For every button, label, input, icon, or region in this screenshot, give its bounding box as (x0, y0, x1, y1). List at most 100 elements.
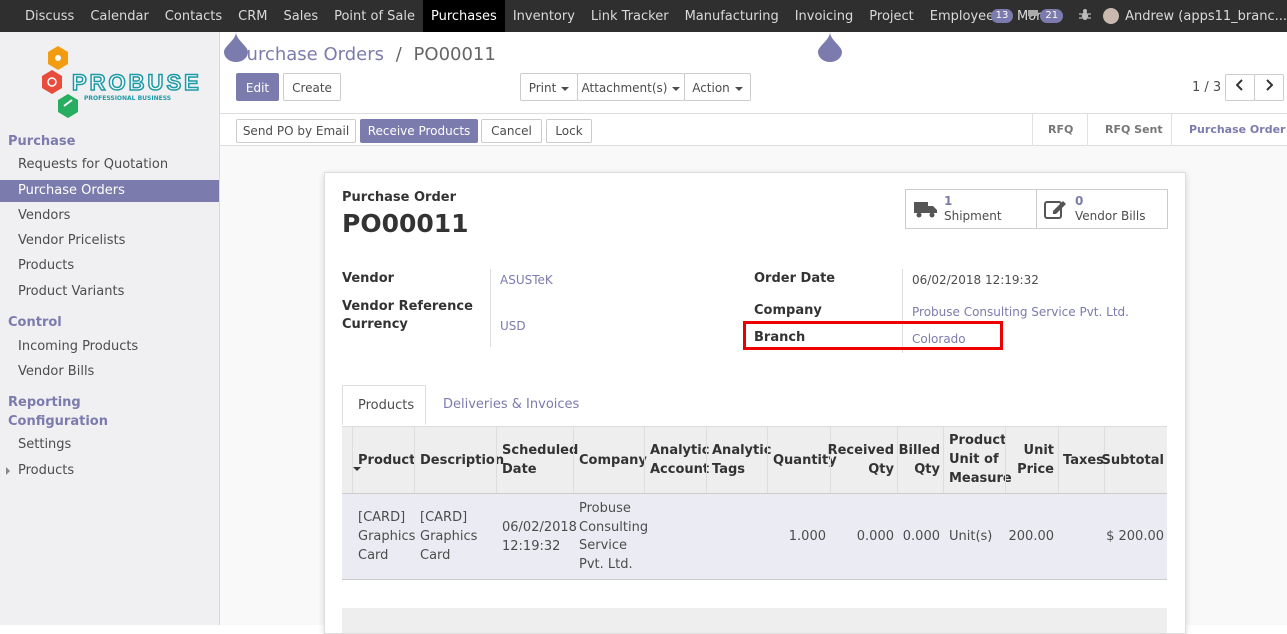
company-value[interactable]: Probuse Consulting Service Pvt. Ltd. (912, 305, 1129, 319)
stage-rfq-sent[interactable]: RFQ Sent (1105, 114, 1163, 146)
col-analytic-account-2[interactable]: Account (650, 460, 709, 479)
chat-icon[interactable] (1027, 9, 1039, 24)
lock-button[interactable]: Lock (546, 119, 592, 143)
col-unit-price-2[interactable]: Price (1017, 460, 1054, 479)
action-label: Action (692, 81, 730, 95)
col-analytic-account-1[interactable]: Analytic (650, 441, 709, 460)
section-purchase[interactable]: Purchase (8, 132, 75, 151)
tab-products[interactable]: Products (342, 385, 426, 425)
sidebar-item-settings[interactable]: Settings (0, 434, 219, 456)
user-avatar[interactable] (1103, 8, 1120, 24)
col-description[interactable]: Description (420, 451, 504, 470)
sidebar-item-vendor-pricelists[interactable]: Vendor Pricelists (0, 230, 219, 252)
create-button[interactable]: Create (283, 73, 341, 101)
tab-deliveries-invoices[interactable]: Deliveries & Invoices (443, 385, 579, 425)
send-po-email-button[interactable]: Send PO by Email (236, 119, 356, 143)
shipment-smart-button[interactable]: 1 Shipment (905, 189, 1037, 229)
user-name[interactable]: Andrew (apps11_branc... (1125, 9, 1287, 24)
pager-next-button[interactable] (1254, 74, 1284, 101)
col-received-qty-2[interactable]: Qty (868, 460, 894, 479)
column-divider (573, 427, 574, 493)
col-billed-qty-2[interactable]: Qty (914, 460, 940, 479)
control-panel: Purchase Orders / PO00011 Edit Create Pr… (220, 32, 1287, 146)
sidebar-item-config-products[interactable]: Products (0, 460, 219, 482)
bug-icon (1079, 8, 1092, 20)
stage-rfq[interactable]: RFQ (1048, 114, 1073, 146)
column-divider (830, 427, 831, 493)
messages-badge[interactable]: 21 (1040, 9, 1064, 23)
section-reporting[interactable]: Reporting (8, 393, 81, 412)
currency-value[interactable]: USD (500, 319, 526, 333)
cell-product-3: Card (358, 548, 389, 563)
cell-description-1: [CARD] (420, 510, 468, 525)
chevron-down-icon (734, 86, 743, 91)
col-analytic-tags-2[interactable]: Tags (712, 460, 745, 479)
app-sales[interactable]: Sales (275, 0, 326, 32)
action-dropdown[interactable]: Action (684, 73, 751, 101)
print-dropdown[interactable]: Print (520, 73, 578, 101)
table-row[interactable]: [CARD] Graphics Card [CARD] Graphics Car… (342, 494, 1167, 580)
drop-icon (224, 32, 248, 62)
app-project[interactable]: Project (861, 0, 921, 32)
attachments-dropdown[interactable]: Attachment(s) (577, 73, 685, 101)
pager-previous-button[interactable] (1225, 74, 1255, 101)
sidebar-item-vendor-bills[interactable]: Vendor Bills (0, 361, 219, 383)
notebook-tabs: Products Deliveries & Invoices (342, 385, 1167, 425)
col-company[interactable]: Company (579, 451, 647, 470)
app-menu: Discuss Calendar Contacts CRM Sales Poin… (17, 0, 1070, 32)
section-control[interactable]: Control (8, 313, 62, 332)
pager-value[interactable]: 1 / 3 (1192, 80, 1221, 95)
column-divider (897, 427, 898, 493)
app-point-of-sale[interactable]: Point of Sale (326, 0, 423, 32)
app-contacts[interactable]: Contacts (157, 0, 230, 32)
col-uom-1[interactable]: Product (949, 431, 1006, 450)
col-scheduled-date-2[interactable]: Date (502, 460, 537, 479)
edit-button[interactable]: Edit (236, 73, 279, 101)
column-divider (496, 427, 497, 493)
app-calendar[interactable]: Calendar (82, 0, 156, 32)
cell-received-qty: 0.000 (856, 529, 894, 544)
cancel-button[interactable]: Cancel (481, 119, 542, 143)
col-scheduled-date-1[interactable]: Scheduled (502, 441, 578, 460)
col-analytic-tags-1[interactable]: Analytic (712, 441, 771, 460)
column-divider (1058, 427, 1059, 493)
vendor-value[interactable]: ASUSTeK (500, 273, 553, 287)
debug-bug-icon[interactable] (1079, 8, 1092, 25)
cell-unit-price: 200.00 (1008, 529, 1055, 544)
sidebar-item-products[interactable]: Products (0, 255, 219, 277)
app-crm[interactable]: CRM (230, 0, 275, 32)
col-subtotal[interactable]: Subtotal (1101, 451, 1164, 470)
vendor-bills-count: 0 (1075, 194, 1084, 208)
vendor-reference-label: Vendor Reference (342, 299, 473, 314)
sidebar-item-purchase-orders[interactable]: Purchase Orders (0, 180, 219, 202)
section-configuration[interactable]: Configuration (8, 412, 108, 431)
stage-purchase-order[interactable]: Purchase Order (1189, 114, 1285, 146)
col-uom-2[interactable]: Unit of (949, 450, 999, 469)
sidebar-item-product-variants[interactable]: Product Variants (0, 281, 219, 303)
col-uom-3[interactable]: Measure (949, 469, 1012, 488)
receive-products-button[interactable]: Receive Products (360, 119, 478, 143)
chevron-left-icon (1235, 79, 1243, 91)
cell-billed-qty: 0.000 (902, 529, 940, 544)
col-unit-price-1[interactable]: Unit (1024, 441, 1054, 460)
col-billed-qty-1[interactable]: Billed (899, 441, 940, 460)
document-name: PO00011 (342, 209, 469, 238)
app-discuss[interactable]: Discuss (17, 0, 82, 32)
breadcrumb-purchase-orders[interactable]: Purchase Orders (236, 44, 384, 65)
col-taxes[interactable]: Taxes (1063, 451, 1104, 470)
vendor-bills-smart-button[interactable]: 0 Vendor Bills (1036, 189, 1168, 229)
sidebar-item-vendors[interactable]: Vendors (0, 205, 219, 227)
sidebar-item-incoming-products[interactable]: Incoming Products (0, 336, 219, 358)
shipment-label: Shipment (944, 209, 1002, 223)
app-manufacturing[interactable]: Manufacturing (677, 0, 787, 32)
app-link-tracker[interactable]: Link Tracker (583, 0, 677, 32)
col-received-qty-1[interactable]: Received (828, 441, 894, 460)
sidebar-item-rfq[interactable]: Requests for Quotation (0, 154, 219, 176)
activity-badge[interactable]: 13 (990, 9, 1014, 23)
col-product[interactable]: Product (358, 451, 415, 470)
app-purchases[interactable]: Purchases (423, 0, 505, 32)
app-inventory[interactable]: Inventory (505, 0, 583, 32)
breadcrumb-separator: / (395, 44, 402, 65)
app-invoicing[interactable]: Invoicing (787, 0, 862, 32)
cell-company-3: Service (579, 538, 628, 553)
